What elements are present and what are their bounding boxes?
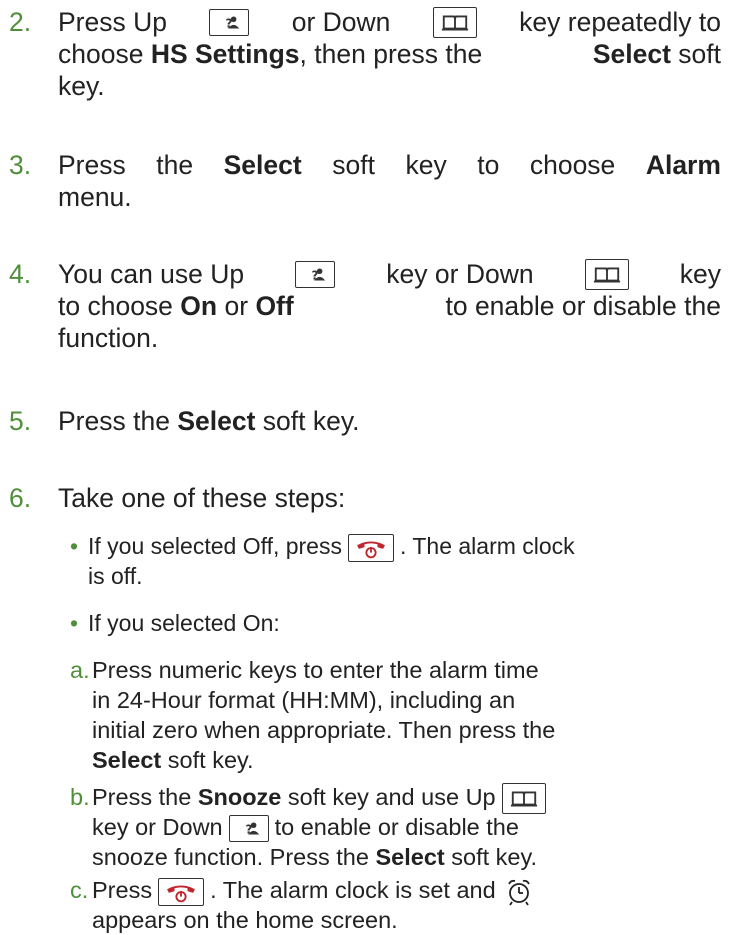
substep-text-run: soft key. (167, 747, 254, 773)
substep-text-run: snooze function. Press the (92, 844, 369, 870)
step-number: 6. (9, 483, 32, 513)
manual-page: 2. Press Up ? or Down key repeatedly to … (0, 0, 731, 933)
bullet-text-run: If you selected On: (88, 610, 280, 636)
step-text-run: key repeatedly to (519, 7, 721, 37)
softkey-name: Select (375, 844, 445, 870)
substep-letter: a. (70, 657, 90, 683)
end-call-power-key-icon (158, 877, 205, 906)
softkey-name: Select (592, 39, 671, 69)
step-text-run: Press Up (58, 7, 167, 37)
bullet-text-run: If you selected Off, press (88, 533, 342, 559)
step-text-run: function. (58, 323, 159, 353)
bullet-marker: • (70, 533, 79, 559)
step-text-run: Take one of these steps: (58, 483, 346, 513)
menu-name: Alarm (645, 150, 721, 180)
step-number: 2. (9, 7, 32, 37)
softkey-name: Select (177, 406, 256, 436)
step-text-run: soft key. (262, 406, 360, 436)
step-text-run: soft (678, 39, 721, 69)
softkey-name: Select (223, 150, 302, 180)
step-text: Press Up ? or Down key repeatedly to cho… (58, 6, 721, 102)
step-text-run: soft (332, 150, 375, 180)
substep-text-run: . The alarm clock is set and (210, 877, 496, 903)
step-text-run: key. (58, 71, 105, 101)
substep-text-run: Press (92, 877, 153, 903)
substep-text-run: Press numeric keys to enter the alarm ti… (92, 657, 539, 683)
substep-text-run: key or Down (92, 814, 223, 840)
step-text-run: key (679, 259, 721, 289)
step-text-run: You can use Up (58, 259, 245, 289)
contacts-key-icon: ? (295, 260, 336, 288)
step-number: 5. (9, 406, 32, 436)
step-text: You can use Up ? key or Down key to choo… (58, 258, 721, 354)
step-text-run: key or Down (386, 259, 534, 289)
softkey-name: Snooze (197, 784, 282, 810)
step-text-run: Press the (58, 406, 170, 436)
bullet-marker: • (70, 610, 79, 636)
step-text-run: choose (58, 39, 144, 69)
substep-text-run: to enable or disable the (274, 814, 519, 840)
end-call-power-key-icon (347, 533, 394, 562)
option-name: Off (255, 291, 294, 321)
step-text-run: key (405, 150, 447, 180)
phonebook-key-icon (584, 258, 629, 290)
step-number: 4. (9, 259, 32, 289)
substep-text-run: initial zero when appropriate. Then pres… (92, 717, 556, 743)
substep-text-run: Press the (92, 784, 192, 810)
substep-text-run: soft key and use Up (287, 784, 496, 810)
phonebook-key-icon (501, 783, 546, 815)
substep-text-run: in 24-Hour format (HH:MM), including an (92, 687, 516, 713)
contacts-key-icon: ? (209, 8, 250, 36)
contacts-key-icon: ? (228, 815, 269, 843)
step-text-run: to enable or disable the (445, 291, 721, 321)
substep-letter: b. (70, 784, 90, 810)
step-text-run: , then press the (299, 39, 483, 69)
substep-letter: c. (70, 877, 89, 903)
phonebook-key-icon (432, 6, 477, 38)
step-text-run: menu. (58, 182, 132, 212)
substep-text-run: appears on the home screen. (92, 907, 398, 933)
step-text-run: or (224, 291, 249, 321)
softkey-name: Select (92, 747, 162, 773)
step-text-run: or Down (291, 7, 391, 37)
step-text: Press the Select soft key. (58, 405, 721, 437)
menu-name: HS Settings (150, 39, 300, 69)
step-text-run: to choose (58, 291, 173, 321)
step-text-run: to (477, 150, 500, 180)
step-text-run: the (156, 150, 194, 180)
step-text-run: choose (529, 150, 616, 180)
substep-text-run: soft key. (451, 844, 538, 870)
option-name: On (180, 291, 218, 321)
step-text: Press the Select soft key to choose Alar… (58, 149, 721, 213)
bullet-text-run: is off. (88, 563, 143, 589)
step-number: 3. (9, 150, 32, 180)
alarm-clock-icon (506, 878, 532, 906)
step-text-run: Press (58, 150, 126, 180)
step-text: Take one of these steps: (58, 482, 721, 514)
bullet-text-run: . The alarm clock (399, 533, 575, 559)
